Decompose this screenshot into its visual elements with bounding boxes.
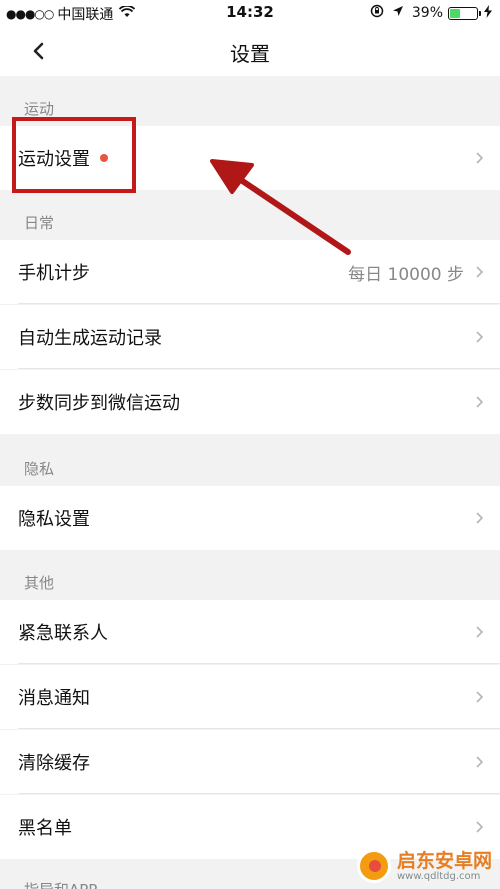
chevron-right-icon	[476, 512, 484, 524]
watermark-text: 启东安卓网 www.qdltdg.com	[397, 851, 492, 882]
settings-row-emergency-contact[interactable]: 紧急联系人	[0, 600, 500, 664]
watermark-url: www.qdltdg.com	[396, 870, 481, 882]
annotation-highlight-box	[12, 117, 136, 193]
row-label: 黑名单	[18, 818, 72, 839]
row-label: 手机计步	[18, 263, 90, 284]
chevron-right-icon	[476, 152, 484, 164]
chevron-right-icon	[476, 266, 484, 278]
row-divider	[18, 793, 500, 794]
chevron-right-icon	[476, 691, 484, 703]
battery-percent: 39%	[411, 5, 443, 21]
chevron-right-icon	[476, 626, 484, 638]
row-label: 清除缓存	[18, 753, 90, 774]
rotation-lock-icon	[370, 4, 384, 22]
row-divider	[18, 728, 500, 729]
row-divider	[18, 663, 500, 664]
settings-row-notifications[interactable]: 消息通知	[0, 665, 500, 729]
row-label: 步数同步到微信运动	[18, 393, 180, 414]
row-label: 自动生成运动记录	[18, 328, 162, 349]
watermark-title: 启东安卓网	[396, 849, 492, 872]
page-title: 设置	[230, 42, 270, 66]
chevron-right-icon	[476, 821, 484, 833]
row-value: 每日 10000 步	[348, 264, 464, 285]
status-bar: ●●●○○ 中国联通 14:32 39%	[0, 0, 500, 26]
settings-row-wechat-sync[interactable]: 步数同步到微信运动	[0, 370, 500, 434]
settings-row-clear-cache[interactable]: 清除缓存	[0, 730, 500, 794]
settings-row-auto-record[interactable]: 自动生成运动记录	[0, 305, 500, 369]
status-right: 39%	[370, 4, 492, 22]
location-arrow-icon	[392, 5, 404, 21]
section-header-other: 其他	[0, 550, 500, 600]
row-label: 隐私设置	[18, 509, 90, 530]
row-divider	[18, 303, 500, 304]
row-divider	[18, 368, 500, 369]
chevron-right-icon	[476, 756, 484, 768]
section-header-privacy: 隐私	[0, 434, 500, 486]
row-label: 消息通知	[18, 688, 90, 709]
battery-fill	[450, 8, 461, 18]
section-header-daily: 日常	[0, 190, 500, 240]
chevron-right-icon	[476, 331, 484, 343]
row-label: 紧急联系人	[18, 623, 108, 644]
settings-row-step-count[interactable]: 手机计步 每日 10000 步	[0, 240, 500, 304]
settings-row-privacy[interactable]: 隐私设置	[0, 486, 500, 550]
battery-icon	[448, 6, 481, 20]
nav-bar: 设置	[0, 26, 500, 76]
charging-bolt-icon	[484, 5, 492, 21]
watermark: 启东安卓网 www.qdltdg.com	[356, 849, 492, 883]
chevron-right-icon	[476, 396, 484, 408]
watermark-logo-icon	[356, 849, 391, 883]
